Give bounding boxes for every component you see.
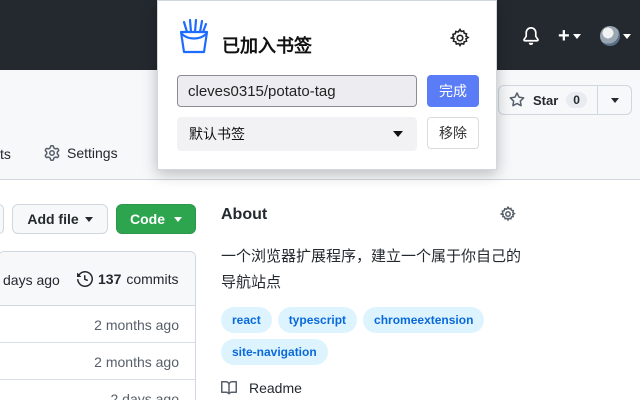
- tab-settings-label: Settings: [67, 145, 118, 161]
- gear-icon[interactable]: [499, 205, 516, 227]
- readme-link[interactable]: Readme: [221, 380, 302, 396]
- add-file-button[interactable]: Add file: [12, 204, 108, 234]
- table-row[interactable]: 2 months ago: [0, 343, 195, 380]
- bookmark-url-input[interactable]: [177, 75, 417, 107]
- branch-button[interactable]: [0, 204, 4, 234]
- readme-label: Readme: [249, 380, 302, 396]
- star-button[interactable]: Star 0: [498, 85, 598, 115]
- chevron-down-icon: [572, 33, 581, 39]
- star-count: 0: [566, 92, 587, 108]
- bell-icon[interactable]: [522, 26, 544, 46]
- star-dropdown-button[interactable]: [598, 85, 632, 115]
- tab-settings[interactable]: Settings: [44, 145, 118, 161]
- about-description: 一个浏览器扩展程序，建立一个属于你自己的导航站点: [221, 248, 522, 291]
- row-time: 2 months ago: [94, 354, 179, 370]
- gear-icon[interactable]: [449, 28, 470, 53]
- gear-icon: [44, 145, 60, 161]
- about-title: About: [221, 206, 268, 223]
- code-label: Code: [130, 211, 165, 227]
- chevron-down-icon: [84, 216, 93, 222]
- table-row[interactable]: 2 days ago: [0, 380, 195, 400]
- file-table: days ago 137 commits 2 months ago 2 mont…: [0, 251, 196, 400]
- topic-tag[interactable]: typescript: [277, 307, 358, 333]
- commit-count: 137: [98, 271, 122, 287]
- table-row[interactable]: 2 months ago: [0, 306, 195, 343]
- file-table-header: days ago 137 commits: [0, 252, 195, 306]
- caret-down-icon: [393, 131, 403, 137]
- history-icon: [77, 271, 93, 287]
- topic-tag[interactable]: chromeextension: [363, 307, 485, 333]
- tab-insights[interactable]: ts: [0, 146, 11, 162]
- add-file-label: Add file: [27, 211, 79, 227]
- chevron-down-icon: [623, 33, 631, 39]
- topic-tag[interactable]: react: [221, 307, 272, 333]
- star-icon: [509, 92, 525, 107]
- avatar: [600, 26, 620, 46]
- remove-button[interactable]: 移除: [427, 117, 479, 149]
- fries-box-icon: [178, 18, 210, 59]
- chevron-down-icon: [174, 216, 182, 222]
- topic-tag[interactable]: site-navigation: [221, 339, 328, 365]
- commits-link[interactable]: 137 commits: [77, 271, 178, 287]
- user-menu[interactable]: [600, 26, 631, 46]
- folder-selected-value: 默认书签: [189, 126, 245, 142]
- done-button[interactable]: 完成: [427, 75, 479, 107]
- book-icon: [221, 380, 237, 395]
- code-button[interactable]: Code: [116, 204, 196, 234]
- topic-list: react typescript chromeextension site-na…: [221, 307, 511, 365]
- bookmark-popup: 已加入书签 完成 默认书签 移除: [157, 0, 497, 170]
- star-label: Star: [533, 92, 559, 108]
- row-time: 2 months ago: [94, 317, 179, 333]
- bookmark-folder-select[interactable]: 默认书签: [177, 117, 417, 151]
- last-commit-time: days ago: [3, 272, 60, 288]
- chevron-down-icon: [610, 97, 619, 103]
- plus-icon[interactable]: +: [558, 25, 581, 47]
- commits-label: commits: [126, 271, 179, 287]
- popup-title: 已加入书签: [222, 36, 312, 56]
- row-time: 2 days ago: [110, 391, 180, 400]
